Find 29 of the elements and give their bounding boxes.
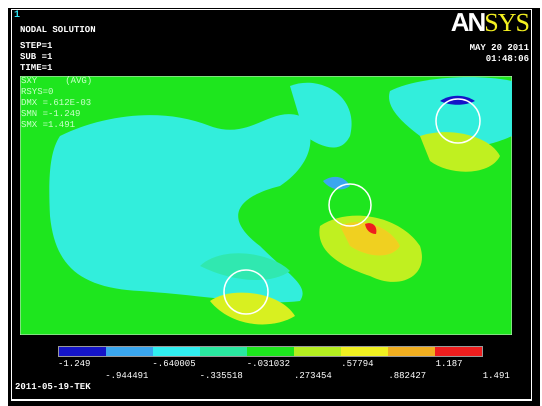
plot-info: DMX =.612E-03 (21, 98, 92, 109)
hole-outline (435, 98, 481, 144)
hole-outline (223, 269, 269, 315)
window-number: 1 (14, 10, 22, 22)
plot-time: 01:48:06 (486, 54, 529, 65)
hole-outline (328, 183, 372, 227)
plot-date: MAY 20 2011 (470, 43, 529, 54)
contour-region (323, 176, 350, 190)
plot-info: (AVG) (65, 76, 92, 87)
legend-value: -.031032 (246, 359, 291, 369)
logo: ANSYS (450, 10, 529, 35)
plot-info: SMN =-1.249 (21, 109, 80, 120)
plot-info: SXY (21, 76, 38, 87)
step-info: SUB =1 (20, 52, 54, 63)
plot-title: NODAL SOLUTION (20, 25, 96, 36)
legend-value: -.335518 (200, 371, 244, 381)
legend-value: 1.187 (436, 359, 464, 369)
legend-value: -.640005 (152, 359, 197, 369)
legend-value: .57794 (341, 359, 375, 369)
legend-value: -.944491 (105, 371, 150, 381)
legend-value: .882427 (388, 371, 428, 381)
legend-value: -1.249 (58, 359, 92, 369)
legend-value: .273454 (294, 371, 333, 381)
plot-info: RSYS=0 (21, 87, 54, 98)
step-info: STEP=1 (20, 41, 54, 52)
legend-value: 1.491 (482, 371, 511, 381)
step-info: TIME=1 (20, 63, 54, 74)
date-label: 2011-05-19-TEK (15, 382, 91, 393)
plot-info: SMX =1.491 (21, 120, 76, 131)
